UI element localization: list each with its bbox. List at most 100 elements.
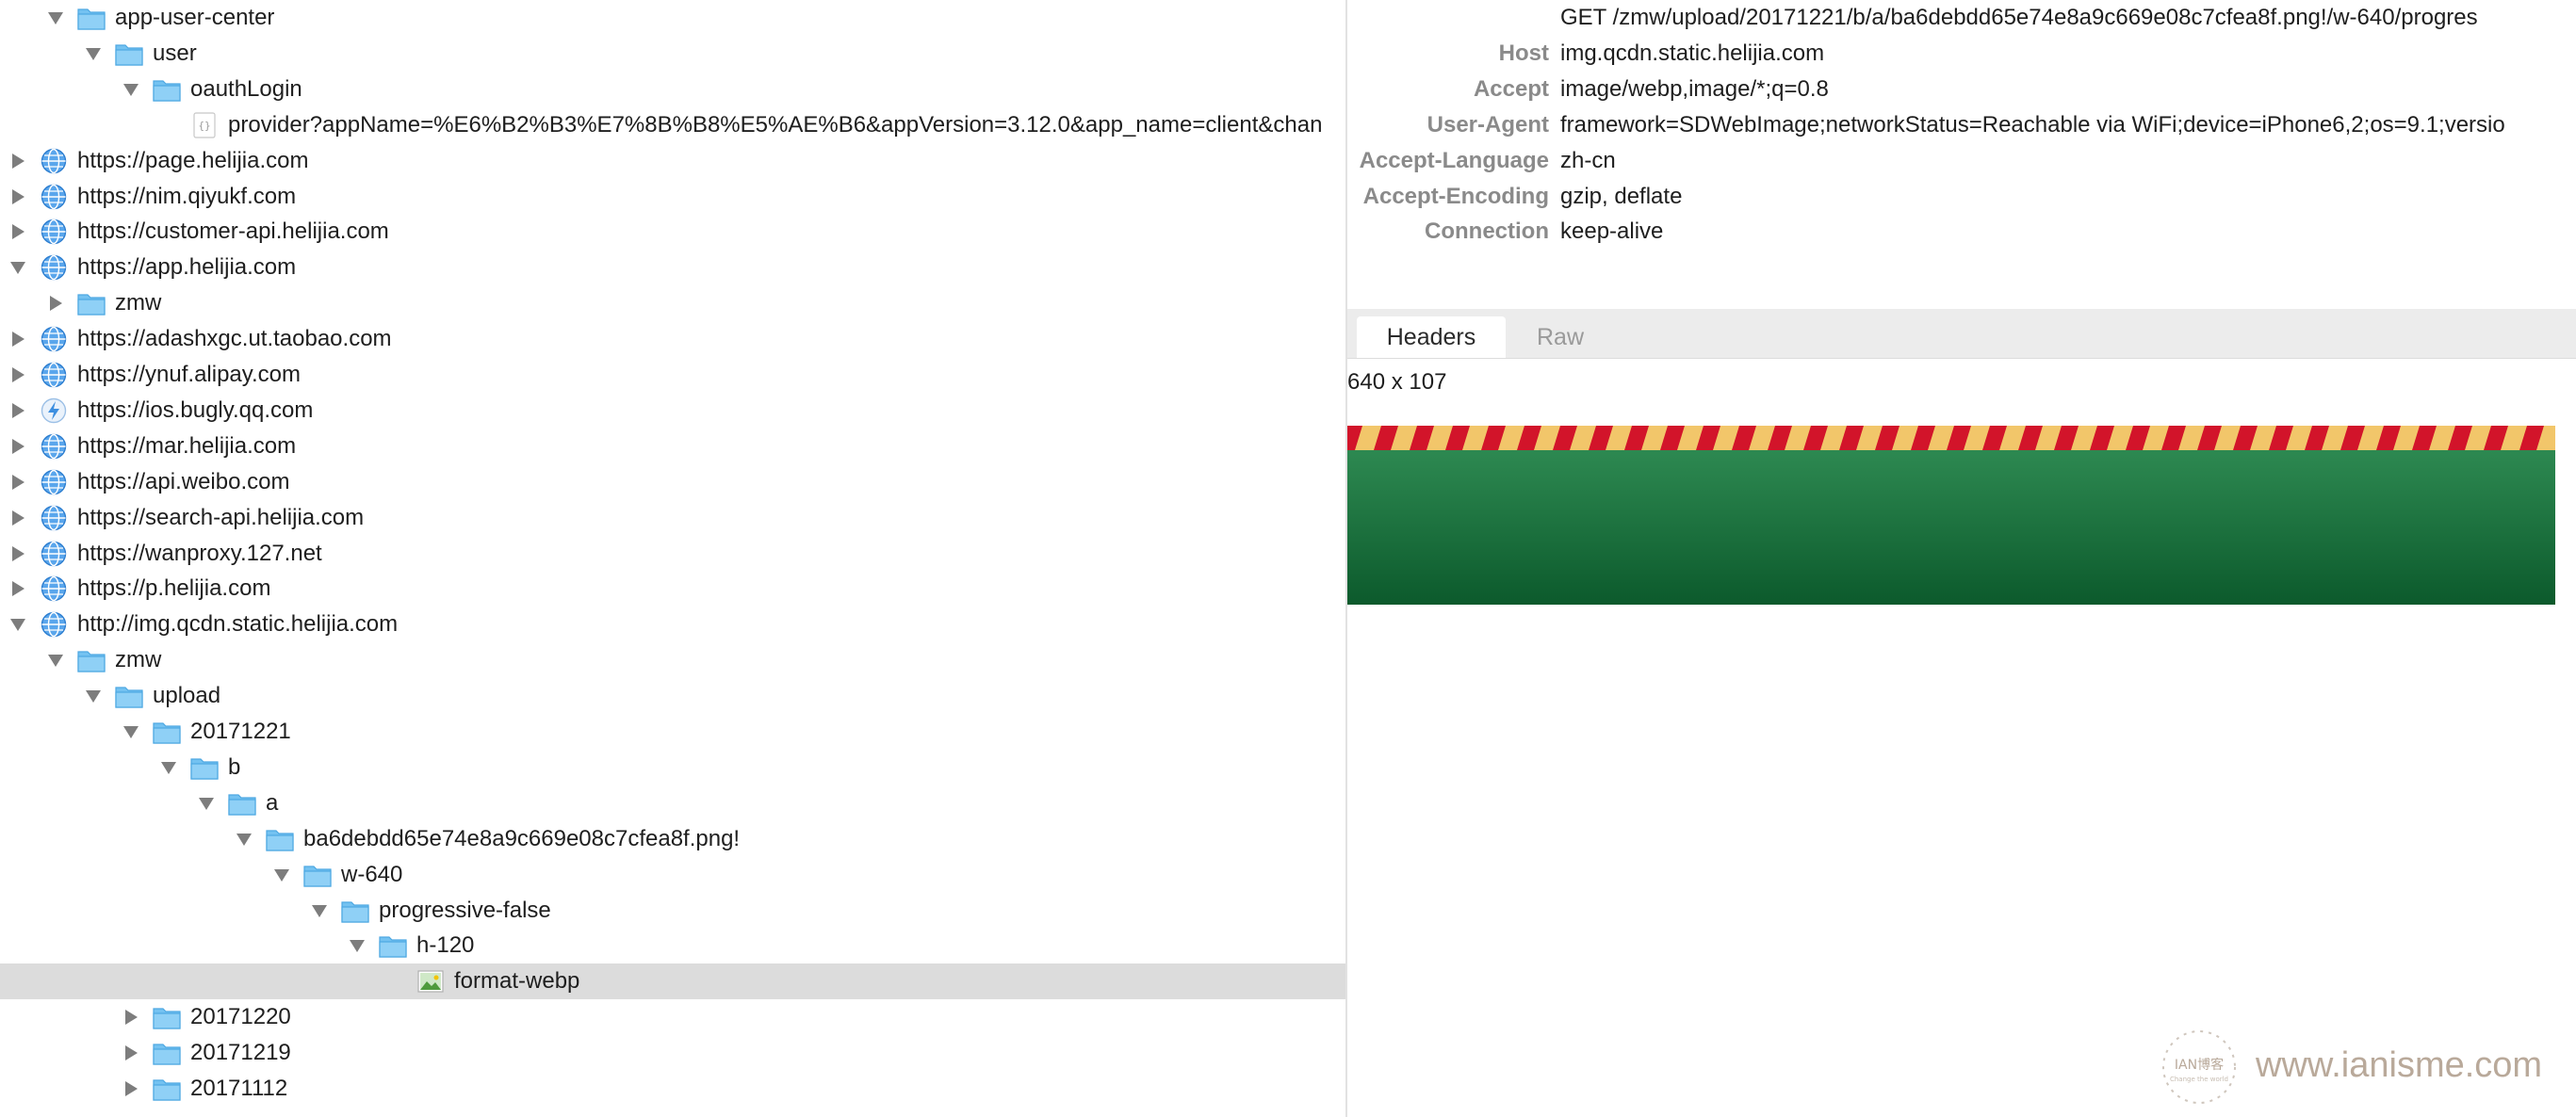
tree-node-row[interactable]: https://mar.helijia.com (0, 429, 1345, 464)
tab-headers[interactable]: Headers (1357, 316, 1506, 358)
disclosure-expanded-icon[interactable] (43, 0, 68, 36)
disclosure-expanded-icon[interactable] (232, 821, 256, 857)
tab-raw[interactable]: Raw (1515, 316, 1606, 358)
disclosure-collapsed-icon[interactable] (6, 214, 30, 250)
tree-node-row[interactable]: zmw (0, 285, 1345, 321)
folder-icon (228, 789, 256, 818)
tree-node-row[interactable]: https://api.weibo.com (0, 464, 1345, 500)
tree-node-row[interactable]: oauthLogin (0, 72, 1345, 107)
tree-node-label: https://ynuf.alipay.com (77, 362, 301, 387)
tree-node-label: provider?appName=%E6%B2%B3%E7%8B%B8%E5%A… (228, 112, 1323, 138)
tree-node-row[interactable]: https://wanproxy.127.net (0, 536, 1345, 572)
preview-green-band (1347, 446, 2555, 605)
watermark-text: www.ianisme.com (2256, 1045, 2543, 1085)
disclosure-expanded-icon[interactable] (269, 857, 294, 893)
response-image-preview (1347, 426, 2555, 605)
tree-node-row[interactable]: user (0, 36, 1345, 72)
tree-node-row[interactable]: https://search-api.helijia.com (0, 500, 1345, 536)
disclosure-collapsed-icon[interactable] (119, 1071, 143, 1107)
tree-node-row[interactable]: https://p.helijia.com (0, 571, 1345, 607)
disclosure-expanded-icon[interactable] (81, 678, 106, 714)
disclosure-collapsed-icon[interactable] (6, 571, 30, 607)
header-key: User-Agent (1427, 112, 1549, 138)
tree-node-row[interactable]: https://app.helijia.com (0, 250, 1345, 285)
header-value: img.qcdn.static.helijia.com (1560, 40, 1825, 66)
header-row: GET /zmw/upload/20171221/b/a/ba6debdd65e… (1347, 0, 2576, 36)
tree-leaf-row[interactable]: format-webp (0, 963, 1345, 999)
header-value: framework=SDWebImage;networkStatus=Reach… (1560, 112, 2505, 138)
tree-node-row[interactable]: https://page.helijia.com (0, 143, 1345, 179)
header-key: Connection (1425, 219, 1549, 244)
disclosure-expanded-icon[interactable] (81, 36, 106, 72)
disclosure-collapsed-icon[interactable] (6, 357, 30, 393)
tree-node-row[interactable]: 20171220 (0, 999, 1345, 1035)
disclosure-collapsed-icon[interactable] (6, 393, 30, 429)
tree-node-label: 20171221 (190, 719, 291, 744)
tree-node-label: h-120 (416, 932, 475, 958)
folder-icon (266, 825, 294, 853)
tree-leaf-row[interactable]: {} provider?appName=%E6%B2%B3%E7%8B%B8%E5… (0, 107, 1345, 143)
disclosure-collapsed-icon[interactable] (43, 285, 68, 321)
header-row: Connection keep-alive (1347, 214, 2576, 250)
tree-node-label: http://img.qcdn.static.helijia.com (77, 611, 399, 637)
tree-node-row[interactable]: w-640 (0, 857, 1345, 893)
disclosure-collapsed-icon[interactable] (6, 143, 30, 179)
tree-node-row[interactable]: ba6debdd65e74e8a9c669e08c7cfea8f.png! (0, 821, 1345, 857)
disclosure-expanded-icon[interactable] (43, 642, 68, 678)
folder-icon (77, 4, 106, 32)
disclosure-expanded-icon[interactable] (345, 928, 369, 963)
globe-icon (40, 325, 68, 353)
tree-node-row[interactable]: progressive-false (0, 893, 1345, 929)
disclosure-expanded-icon[interactable] (307, 893, 332, 929)
disclosure-collapsed-icon[interactable] (119, 999, 143, 1035)
folder-icon (153, 75, 181, 104)
tree-node-row[interactable]: https://ios.bugly.qq.com (0, 393, 1345, 429)
disclosure-collapsed-icon[interactable] (6, 429, 30, 464)
tree-node-row[interactable]: 20171112 (0, 1071, 1345, 1107)
image-file-icon (416, 967, 445, 996)
tree-node-row[interactable]: https://adashxgc.ut.taobao.com (0, 321, 1345, 357)
folder-icon (190, 753, 219, 782)
disclosure-collapsed-icon[interactable] (6, 321, 30, 357)
disclosure-collapsed-icon[interactable] (6, 500, 30, 536)
disclosure-expanded-icon[interactable] (6, 607, 30, 642)
disclosure-expanded-icon[interactable] (119, 714, 143, 750)
tree-node-row[interactable]: a (0, 785, 1345, 821)
tree-node-row[interactable]: b (0, 750, 1345, 785)
disclosure-collapsed-icon[interactable] (6, 179, 30, 215)
tree-node-row[interactable]: https://ynuf.alipay.com (0, 357, 1345, 393)
disclosure-expanded-icon[interactable] (119, 72, 143, 107)
tree-node-row[interactable]: 20171219 (0, 1035, 1345, 1071)
disclosure-expanded-icon[interactable] (194, 785, 219, 821)
globe-icon (40, 361, 68, 389)
globe-icon (40, 504, 68, 532)
folder-icon (77, 646, 106, 674)
disclosure-expanded-icon[interactable] (156, 750, 181, 785)
tree-node-row[interactable]: 20171221 (0, 714, 1345, 750)
tree-node-row[interactable]: https://customer-api.helijia.com (0, 214, 1345, 250)
header-value: gzip, deflate (1560, 184, 1683, 209)
tree-node-label: https://api.weibo.com (77, 469, 290, 494)
disclosure-collapsed-icon[interactable] (6, 464, 30, 500)
tree-node-row[interactable]: upload (0, 678, 1345, 714)
tree-node-row[interactable]: https://nim.qiyukf.com (0, 179, 1345, 215)
disclosure-expanded-icon[interactable] (6, 250, 30, 285)
tree-node-label: https://wanproxy.127.net (77, 541, 322, 566)
folder-icon (115, 40, 143, 68)
folder-icon (77, 289, 106, 317)
tree-node-row[interactable]: zmw (0, 642, 1345, 678)
tree-node-label: 20171112 (190, 1076, 288, 1101)
tree-node-label: progressive-false (379, 898, 551, 923)
globe-icon (40, 575, 68, 603)
disclosure-collapsed-icon[interactable] (6, 536, 30, 572)
tree-node-label: zmw (115, 647, 162, 672)
tree-node-row[interactable]: app-user-center (0, 0, 1345, 36)
tree-node-label: app-user-center (115, 5, 275, 30)
header-row: User-Agent framework=SDWebImage;networkSt… (1347, 107, 2576, 143)
detail-pane: GET /zmw/upload/20171221/b/a/ba6debdd65e… (1347, 0, 2576, 1117)
tab-bar: Headers Raw (1347, 309, 2576, 359)
disclosure-collapsed-icon[interactable] (119, 1035, 143, 1071)
tree-node-row[interactable]: http://img.qcdn.static.helijia.com (0, 607, 1345, 642)
tree-node-row[interactable]: h-120 (0, 928, 1345, 963)
request-tree: app-user-center user oauthLogin {} provider?… (0, 0, 1345, 1117)
